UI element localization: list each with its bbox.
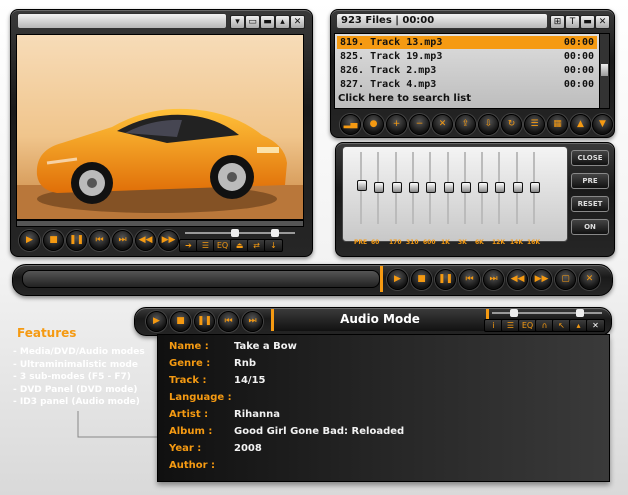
- pause-icon[interactable]: ❚❚: [194, 311, 215, 332]
- id3-value-year: 2008: [234, 443, 262, 454]
- id3-label-artist: Artist :: [169, 409, 209, 420]
- close-icon[interactable]: ✕: [586, 319, 605, 332]
- audio-mode-title: Audio Mode: [340, 312, 420, 326]
- play-icon[interactable]: ▶: [146, 311, 167, 332]
- stop-icon[interactable]: ■: [170, 311, 191, 332]
- id3-value-artist: Rihanna: [234, 409, 280, 420]
- audio-volume-slider[interactable]: [492, 309, 602, 317]
- id3-value-name: Take a Bow: [234, 341, 297, 352]
- id3-panel: [157, 334, 610, 482]
- id3-value-album: Good Girl Gone Bad: Reloaded: [234, 426, 405, 437]
- id3-label-author: Author :: [169, 460, 216, 471]
- id3-value-genre: Rnb: [234, 358, 256, 369]
- previous-icon[interactable]: ⏮: [218, 311, 239, 332]
- id3-label-album: Album :: [169, 426, 213, 437]
- id3-label-language: Language :: [169, 392, 232, 403]
- audio-mode-title-bar: Audio Mode: [271, 309, 489, 331]
- id3-label-year: Year :: [169, 443, 202, 454]
- id3-value-track: 14/15: [234, 375, 266, 386]
- id3-label-genre: Genre :: [169, 358, 211, 369]
- id3-label-name: Name :: [169, 341, 209, 352]
- next-icon[interactable]: ⏭: [242, 311, 263, 332]
- id3-label-track: Track :: [169, 375, 207, 386]
